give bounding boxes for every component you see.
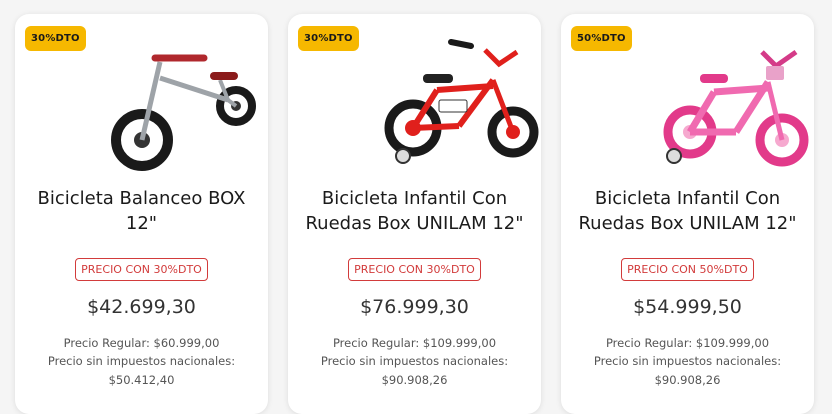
product-title[interactable]: Bicicleta Infantil Con Ruedas Box UNILAM… [294,186,535,236]
product-card[interactable]: 50%DTO Bicicleta Infantil Con Ruedas Box… [561,14,814,414]
product-price: $42.699,30 [87,296,196,318]
promo-label: PRECIO CON 50%DTO [561,258,814,281]
product-image[interactable] [646,28,814,172]
promo-label: PRECIO CON 30%DTO [288,258,541,281]
tax-free-price: $90.908,26 [381,373,448,387]
product-title[interactable]: Bicicleta Balanceo BOX 12" [21,186,262,236]
product-image[interactable] [373,28,541,172]
kids-bike-red-image [384,39,539,164]
regular-price: Precio Regular: $109.999,00 [332,336,497,350]
tax-free-label: Precio sin impuestos nacionales: [320,354,509,368]
discount-badge: 50%DTO [571,26,632,51]
product-card[interactable]: 30%DTO Bicicleta Infantil Con Ruedas Box… [288,14,541,414]
kids-bike-pink-image [663,49,809,167]
product-price: $54.999,50 [633,296,742,318]
promo-text: PRECIO CON 50%DTO [621,258,754,281]
regular-price: Precio Regular: $109.999,00 [605,336,770,350]
tax-free-label: Precio sin impuestos nacionales: [593,354,782,368]
promo-text: PRECIO CON 30%DTO [75,258,208,281]
tax-free-label: Precio sin impuestos nacionales: [47,354,236,368]
discount-badge: 30%DTO [25,26,86,51]
tax-free-price: $50.412,40 [108,373,175,387]
discount-badge: 30%DTO [298,26,359,51]
tax-free-price: $90.908,26 [654,373,721,387]
promo-text: PRECIO CON 30%DTO [348,258,481,281]
product-price: $76.999,30 [360,296,469,318]
promo-label: PRECIO CON 30%DTO [15,258,268,281]
balance-bike-image [111,54,256,171]
regular-price: Precio Regular: $60.999,00 [63,336,220,350]
product-image[interactable] [100,28,268,172]
product-title[interactable]: Bicicleta Infantil Con Ruedas Box UNILAM… [567,186,808,236]
product-card[interactable]: 30%DTO Bicicleta Balanceo BOX 12" PRECIO… [15,14,268,414]
